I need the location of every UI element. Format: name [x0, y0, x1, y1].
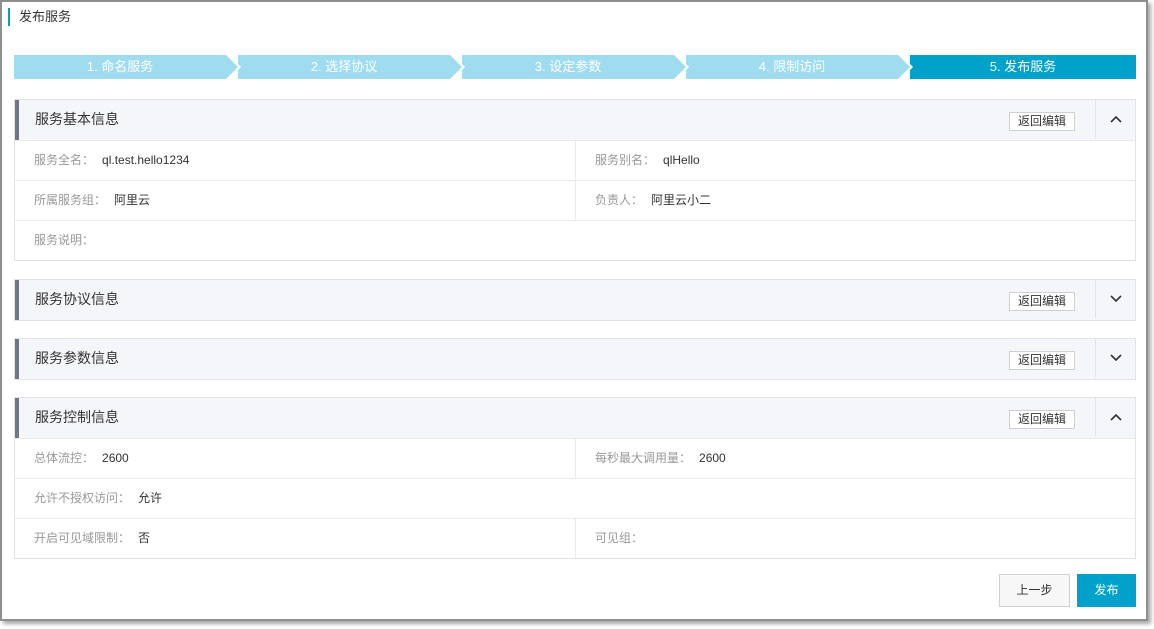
panel-title: 服务参数信息 — [35, 350, 119, 366]
panel-header: 服务基本信息 返回编辑 — [15, 100, 1135, 140]
field-value: 阿里云小二 — [651, 193, 712, 207]
expand-toggle[interactable] — [1095, 339, 1135, 377]
field-value: 否 — [138, 531, 151, 545]
step-label: 3. 设定参数 — [534, 59, 602, 74]
total-flow-field: 总体流控： 2600 — [34, 439, 129, 478]
chevron-up-icon — [1109, 413, 1122, 421]
field-label: 服务别名： — [595, 153, 656, 167]
description-field: 服务说明： — [34, 221, 94, 260]
field-label: 可见组： — [595, 531, 644, 545]
unauth-access-field: 允许不授权访问： 允许 — [34, 479, 162, 518]
chevron-down-icon — [1109, 354, 1122, 362]
field-label: 服务说明： — [34, 233, 95, 247]
field-label: 服务全名： — [34, 153, 95, 167]
step-progress: 1. 命名服务 2. 选择协议 3. 设定参数 4. 限制访问 5. 发布服务 — [14, 53, 1136, 81]
step-label: 5. 发布服务 — [989, 59, 1057, 74]
field-value: 2600 — [102, 451, 129, 465]
panel-header: 服务协议信息 返回编辑 — [15, 280, 1135, 320]
panel-title: 服务基本信息 — [35, 111, 119, 127]
publish-button[interactable]: 发布 — [1077, 574, 1136, 607]
collapse-toggle[interactable] — [1095, 398, 1135, 436]
previous-step-button[interactable]: 上一步 — [999, 574, 1070, 607]
step-1: 1. 命名服务 — [14, 53, 241, 81]
step-4: 4. 限制访问 — [686, 53, 913, 81]
field-value: qlHello — [663, 153, 700, 167]
publish-service-window: 发布服务 1. 命名服务 2. 选择协议 3. 设定参数 4. 限制访问 5. … — [0, 0, 1148, 621]
step-2: 2. 选择协议 — [238, 53, 465, 81]
expand-toggle[interactable] — [1095, 280, 1135, 318]
field-label: 允许不授权访问： — [34, 491, 131, 505]
chevron-down-icon — [1109, 295, 1122, 303]
field-row: 总体流控： 2600 每秒最大调用量： 2600 — [15, 438, 1135, 478]
step-3: 3. 设定参数 — [462, 53, 689, 81]
panel-params-info: 服务参数信息 返回编辑 — [14, 338, 1136, 380]
field-label: 负责人： — [595, 193, 644, 207]
field-row: 服务全名： ql.test.hello1234 服务别名： qlHello — [15, 140, 1135, 180]
back-to-edit-button[interactable]: 返回编辑 — [1009, 112, 1075, 131]
field-label: 总体流控： — [34, 451, 95, 465]
step-label: 4. 限制访问 — [758, 59, 826, 74]
page-title: 发布服务 — [8, 8, 71, 26]
field-label: 开启可见域限制： — [34, 531, 131, 545]
field-label: 所属服务组： — [34, 193, 107, 207]
max-calls-field: 每秒最大调用量： 2600 — [595, 439, 726, 478]
field-label: 每秒最大调用量： — [595, 451, 692, 465]
owner-field: 负责人： 阿里云小二 — [595, 181, 711, 220]
panel-basic-info: 服务基本信息 返回编辑 服务全名： ql.test.hello1234 服务别名：… — [14, 99, 1136, 261]
step-label: 1. 命名服务 — [86, 59, 154, 74]
field-row: 开启可见域限制： 否 可见组： — [15, 518, 1135, 558]
collapse-toggle[interactable] — [1095, 100, 1135, 138]
visible-group-field: 可见组： — [595, 519, 643, 558]
field-row: 所属服务组： 阿里云 负责人： 阿里云小二 — [15, 180, 1135, 220]
field-value: ql.test.hello1234 — [102, 153, 190, 167]
panel-header: 服务参数信息 返回编辑 — [15, 339, 1135, 379]
back-to-edit-button[interactable]: 返回编辑 — [1009, 410, 1075, 429]
panel-title: 服务协议信息 — [35, 291, 119, 307]
visibility-limit-field: 开启可见域限制： 否 — [34, 519, 150, 558]
field-value: 允许 — [138, 491, 163, 505]
field-row: 允许不授权访问： 允许 — [15, 478, 1135, 518]
step-label: 2. 选择协议 — [310, 59, 378, 74]
panel-control-info: 服务控制信息 返回编辑 总体流控： 2600 每秒最大调用量： 2600 允许不授权… — [14, 397, 1136, 559]
full-name-field: 服务全名： ql.test.hello1234 — [34, 141, 189, 180]
alias-field: 服务别名： qlHello — [595, 141, 700, 180]
step-5-active: 5. 发布服务 — [910, 55, 1136, 79]
panel-title: 服务控制信息 — [35, 409, 119, 425]
back-to-edit-button[interactable]: 返回编辑 — [1009, 292, 1075, 311]
field-value: 阿里云 — [114, 193, 151, 207]
panel-protocol-info: 服务协议信息 返回编辑 — [14, 279, 1136, 321]
field-value: 2600 — [699, 451, 726, 465]
back-to-edit-button[interactable]: 返回编辑 — [1009, 351, 1075, 370]
field-row: 服务说明： — [15, 220, 1135, 260]
panel-header: 服务控制信息 返回编辑 — [15, 398, 1135, 438]
group-field: 所属服务组： 阿里云 — [34, 181, 150, 220]
chevron-up-icon — [1109, 115, 1122, 123]
